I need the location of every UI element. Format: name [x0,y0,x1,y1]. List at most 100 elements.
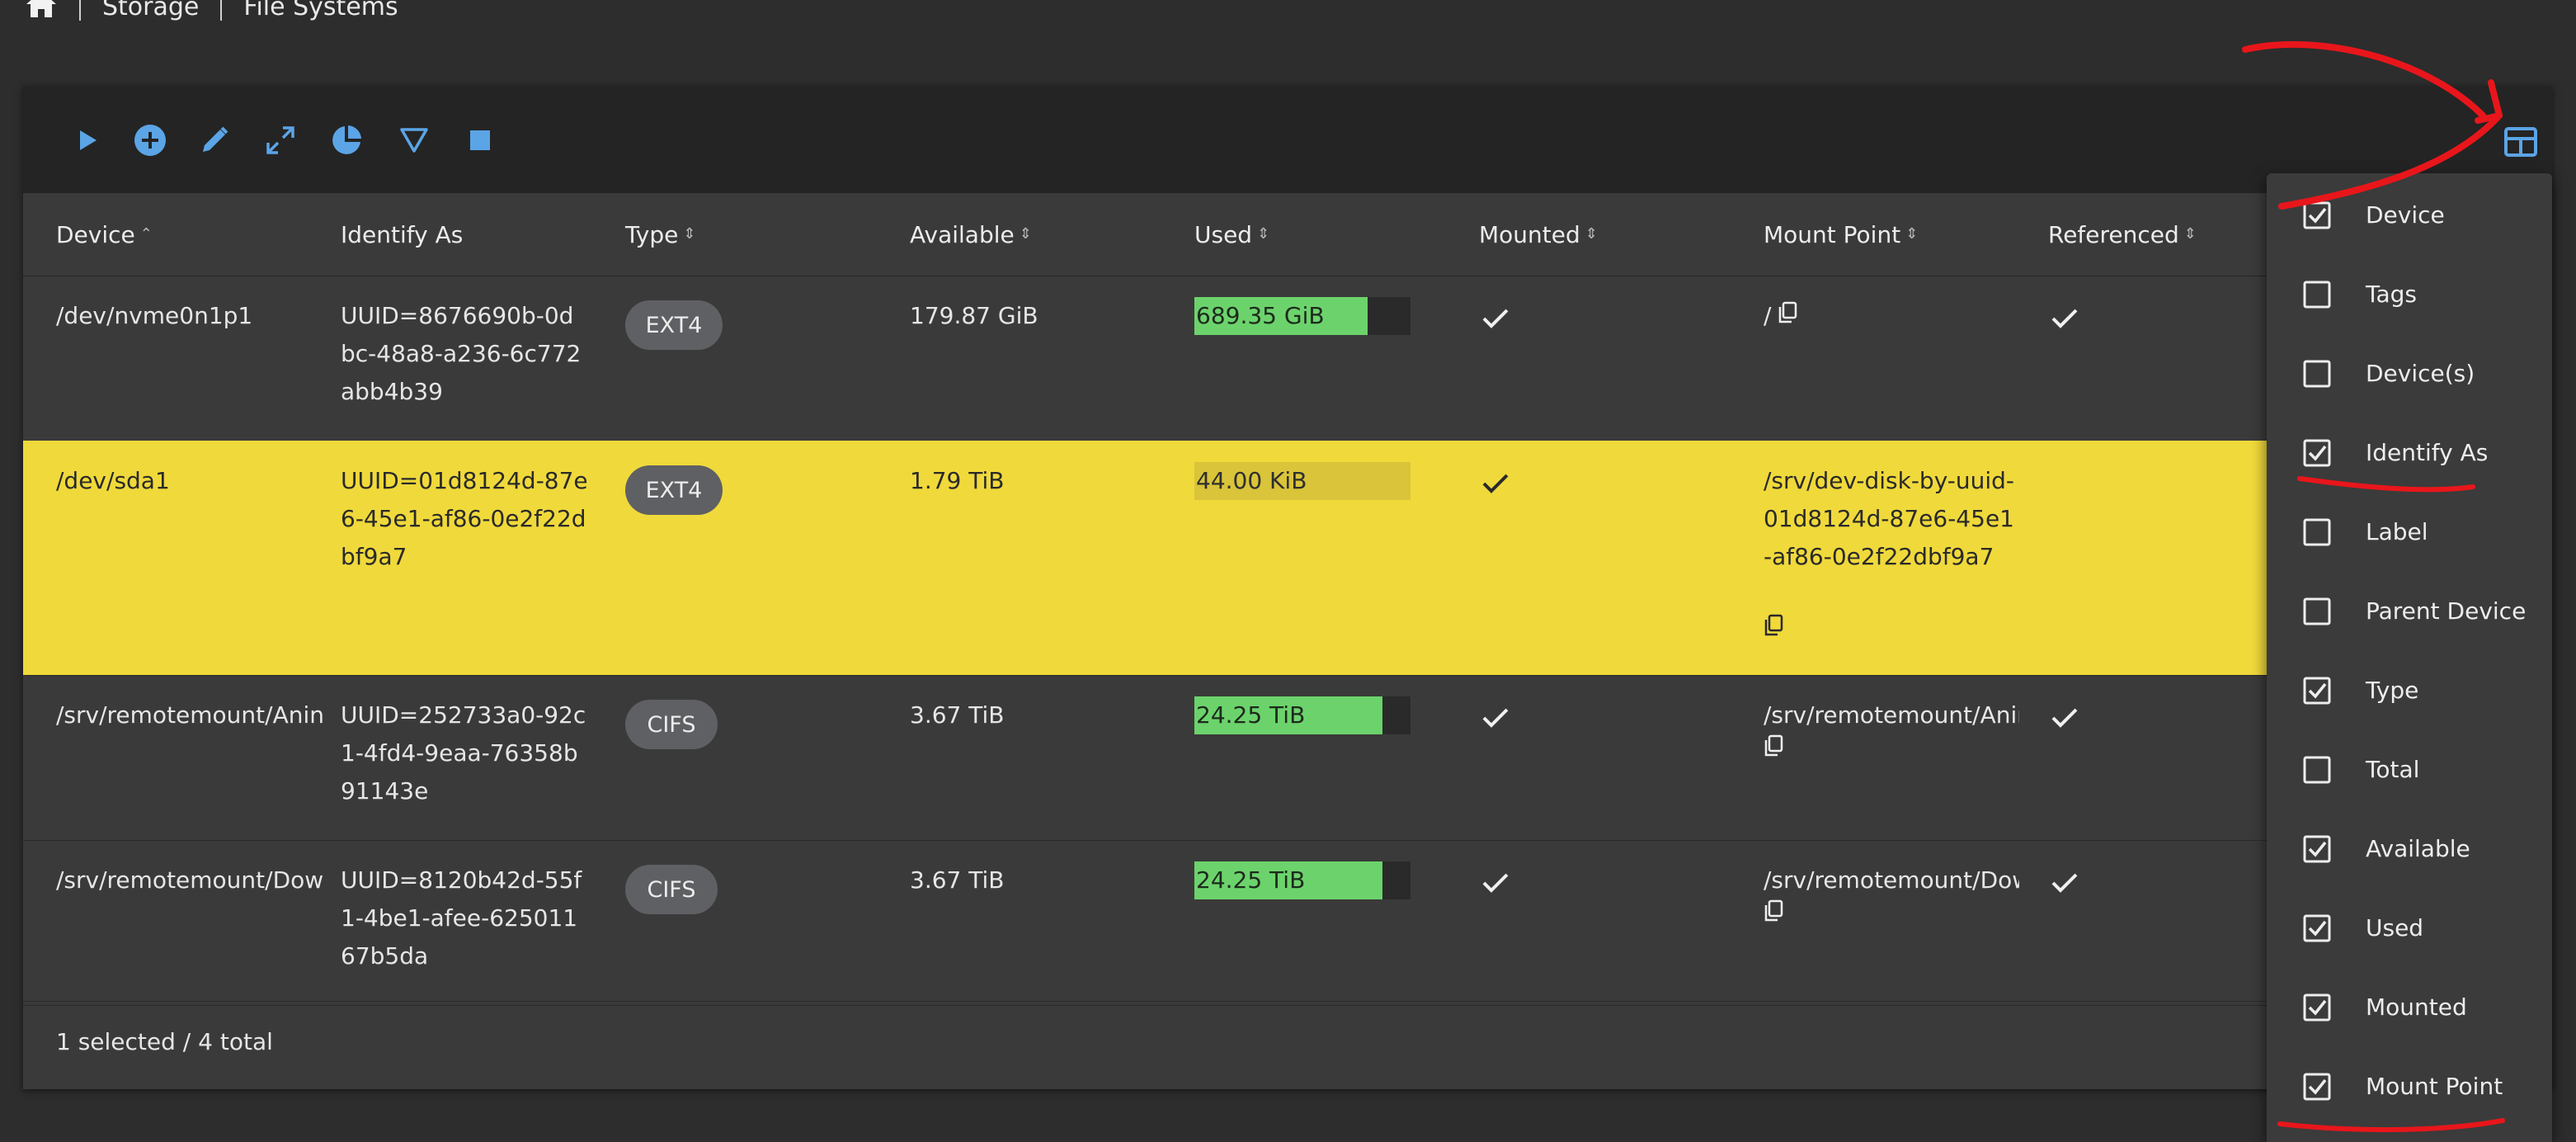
copy-icon[interactable] [1764,614,1783,640]
column-header-type[interactable]: Type ⇕ [625,193,695,276]
used-value: 689.35 GiB [1196,302,1325,329]
used-progress-bar: 24.25 TiB [1194,696,1410,734]
checkbox-unchecked-icon[interactable] [2303,756,2331,784]
mount-point-cell: / [1764,297,2019,336]
menu-item-label: Type [2366,676,2419,704]
breadcrumb: Storage File Systems [25,0,398,25]
table-row[interactable]: /dev/nvme0n1p1 UUID=8676690b-0dbc-48a8-a2… [23,276,2552,441]
identify-as-cell: UUID=8120b42d-55f1-4be1-afee-62501167b5d… [341,866,582,970]
mount-point-text: / [1764,302,1772,329]
available-cell: 3.67 TiB [910,866,1005,894]
menu-item-device-s[interactable]: Device(s) [2267,333,2552,413]
checkbox-checked-icon[interactable] [2303,439,2331,467]
checkbox-unchecked-icon[interactable] [2303,597,2331,625]
play-icon[interactable] [69,122,106,158]
menu-item-total[interactable]: Total [2267,729,2552,809]
available-cell: 179.87 GiB [910,302,1038,329]
checkbox-checked-icon[interactable] [2303,914,2331,942]
table-row[interactable]: /srv/remotemount/Dow UUID=8120b42d-55f1-4… [23,840,2552,1006]
device-cell: /dev/sda1 [56,467,170,494]
menu-item-mount-point[interactable]: Mount Point [2267,1046,2552,1125]
checkbox-unchecked-icon[interactable] [2303,360,2331,388]
referenced-check-icon [2051,307,2079,333]
menu-item-used[interactable]: Used [2267,888,2552,967]
used-progress-bar: 689.35 GiB [1194,297,1410,335]
home-icon[interactable] [25,0,58,19]
sort-icon: ⇕ [683,225,696,243]
filter-icon[interactable] [396,122,432,158]
file-systems-panel: Device ⌃ Identify As Type ⇕ Available ⇕ Use… [23,86,2552,1089]
menu-item-label: Parent Device [2366,597,2527,625]
identify-as-cell: UUID=252733a0-92c1-4fd4-9eaa-76358b91143… [341,701,586,805]
menu-item-label: Mounted [2366,993,2467,1021]
copy-icon[interactable] [1764,734,1783,761]
menu-item-label: Total [2366,755,2420,783]
mounted-check-icon [1481,706,1509,733]
menu-item-mounted[interactable]: Mounted [2267,967,2552,1046]
breadcrumb-separator [79,0,81,21]
checkbox-checked-icon[interactable] [2303,201,2331,229]
menu-item-label: Tags [2366,280,2417,308]
referenced-check-icon [2051,706,2079,733]
mounted-check-icon [1481,472,1509,498]
menu-item-type[interactable]: Type [2267,650,2552,729]
type-badge: CIFS [625,700,718,749]
sort-icon: ⇕ [2183,225,2197,243]
column-header-used[interactable]: Used ⇕ [1194,193,1269,276]
checkbox-checked-icon[interactable] [2303,677,2331,705]
checkbox-checked-icon[interactable] [2303,835,2331,863]
menu-item-parent-device[interactable]: Parent Device [2267,571,2552,650]
checkbox-checked-icon[interactable] [2303,1073,2331,1101]
column-chooser-button[interactable] [2503,124,2539,160]
pencil-icon[interactable] [196,122,233,158]
copy-icon[interactable] [1764,899,1783,926]
breadcrumb-separator [220,0,223,21]
mount-point-cell: /srv/remotemount/Dow [1764,866,2019,894]
type-badge: CIFS [625,865,718,914]
menu-item-label: Identify As [2366,438,2489,466]
column-header-identify-as: Identify As [341,220,464,248]
device-cell: /srv/remotemount/Anin [56,701,325,729]
sort-icon: ⇕ [1257,225,1270,243]
mounted-check-icon [1481,871,1509,898]
menu-item-device[interactable]: Device [2267,175,2552,254]
checkbox-checked-icon[interactable] [2303,993,2331,1022]
referenced-check-icon [2051,871,2079,898]
chart-pie-icon[interactable] [328,122,365,158]
used-value: 44.00 KiB [1196,467,1307,494]
column-header-referenced[interactable]: Referenced ⇕ [2048,193,2197,276]
toolbar [23,86,2552,193]
menu-item-label: Label [2366,517,2428,545]
menu-item-label[interactable]: Label [2267,492,2552,571]
table-row[interactable]: /srv/remotemount/Anin UUID=252733a0-92c1-… [23,675,2552,841]
mount-point-cell: /srv/remotemount/Anin [1764,701,2019,729]
sort-icon: ⇕ [1905,225,1919,243]
mounted-check-icon [1481,307,1509,333]
menu-item-available[interactable]: Available [2267,809,2552,888]
column-header-available[interactable]: Available ⇕ [910,193,1032,276]
checkbox-unchecked-icon[interactable] [2303,518,2331,546]
available-cell: 3.67 TiB [910,701,1005,729]
table-row[interactable]: /dev/sda1 UUID=01d8124d-87e6-45e1-af86-0e… [23,441,2552,676]
stop-icon[interactable] [462,122,498,158]
column-header-device[interactable]: Device ⌃ [56,193,153,276]
used-value: 24.25 TiB [1196,701,1306,729]
mount-point-cell: /srv/dev-disk-by-uuid-01d8124d-87e6-45e1… [1764,467,2015,570]
menu-item-label: Device [2366,201,2445,229]
checkbox-unchecked-icon[interactable] [2303,281,2331,309]
identify-as-cell: UUID=8676690b-0dbc-48a8-a236-6c772abb4b3… [341,302,582,405]
menu-item-tags[interactable]: Tags [2267,254,2552,333]
sort-icon: ⇕ [1585,225,1598,243]
column-header-mount-point[interactable]: Mount Point ⇕ [1764,193,1918,276]
menu-item-label: Available [2366,834,2470,862]
copy-icon[interactable] [1778,298,1797,336]
type-badge: EXT4 [625,300,723,350]
selection-status: 1 selected / 4 total [56,1028,273,1055]
breadcrumb-item-storage[interactable]: Storage [102,0,199,21]
column-header-mounted[interactable]: Mounted ⇕ [1479,193,1598,276]
table-header: Device ⌃ Identify As Type ⇕ Available ⇕ Use… [23,193,2552,276]
expand-icon[interactable] [262,122,299,158]
add-circle-icon[interactable] [132,122,168,158]
menu-item-identify-as[interactable]: Identify As [2267,413,2552,492]
sort-ascending-icon: ⌃ [139,225,153,243]
